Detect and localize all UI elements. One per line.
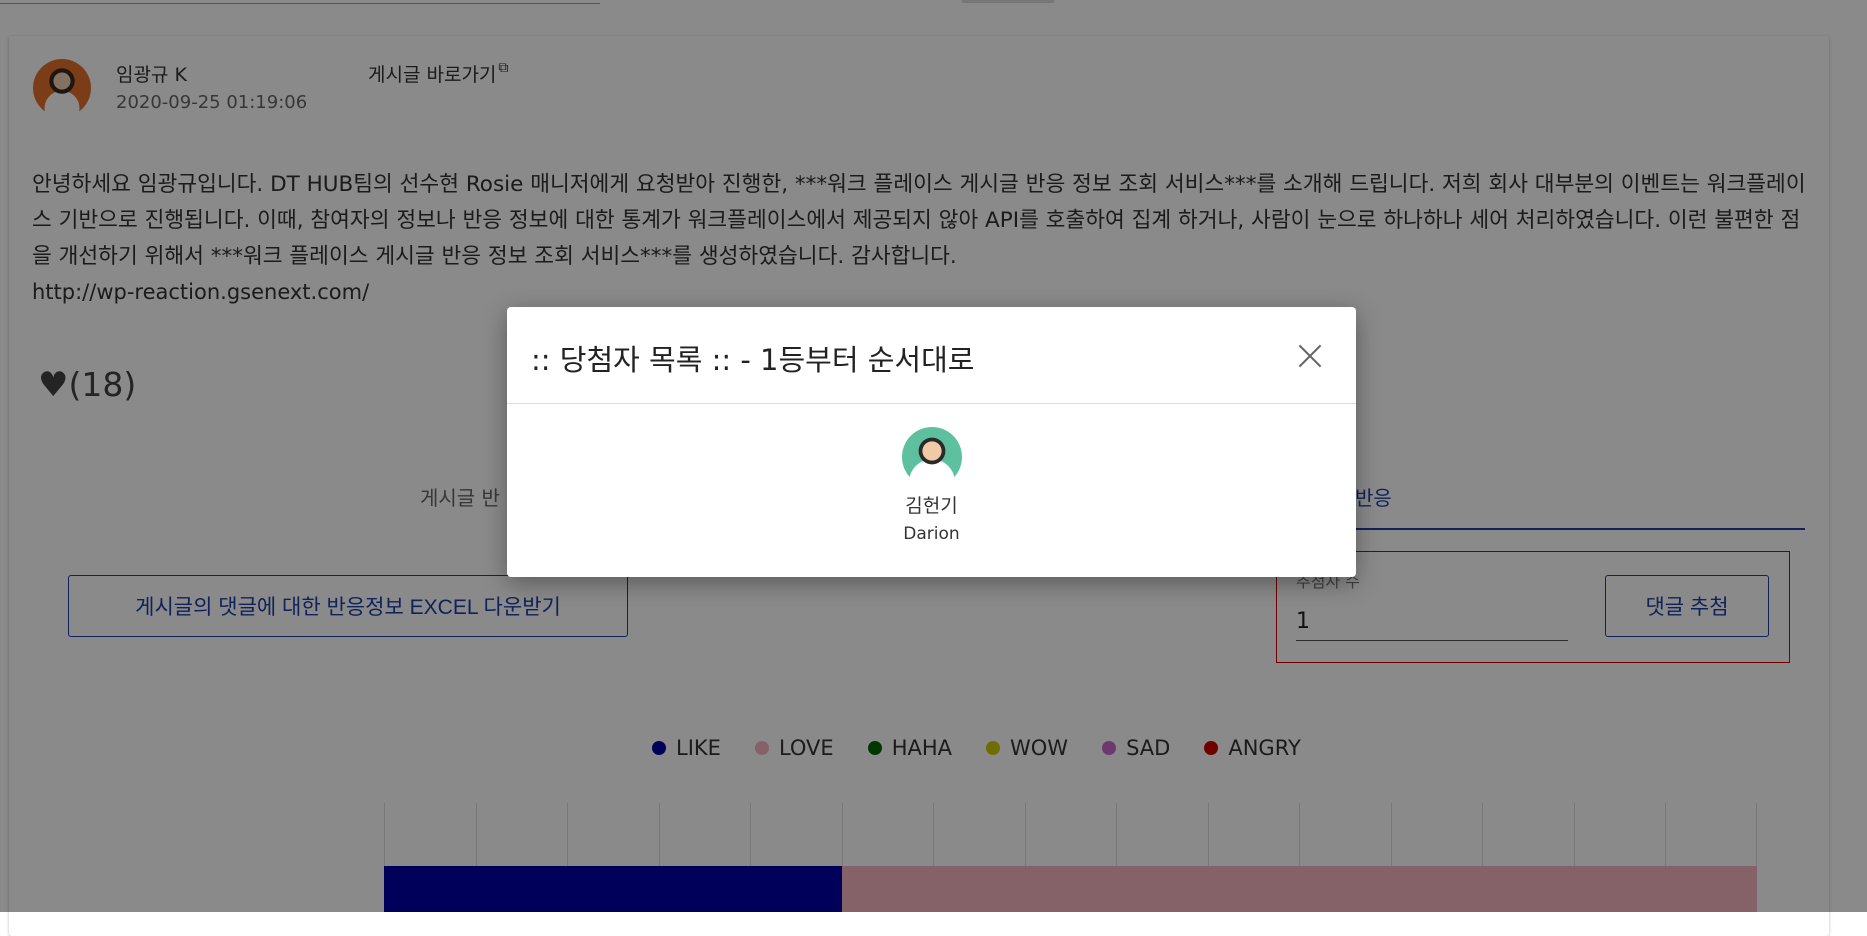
winner-name: 김헌기 bbox=[905, 495, 958, 517]
winner-item: 김헌기 Darion bbox=[507, 427, 1356, 544]
modal-title: :: 당첨자 목록 :: - 1등부터 순서대로 bbox=[531, 343, 975, 377]
close-icon[interactable] bbox=[1295, 341, 1325, 371]
winner-list-modal: :: 당첨자 목록 :: - 1등부터 순서대로 김헌기 Darion bbox=[507, 307, 1356, 577]
winner-english-name: Darion bbox=[903, 524, 960, 544]
winner-avatar bbox=[901, 427, 962, 487]
modal-header: :: 당첨자 목록 :: - 1등부터 순서대로 bbox=[507, 307, 1356, 404]
